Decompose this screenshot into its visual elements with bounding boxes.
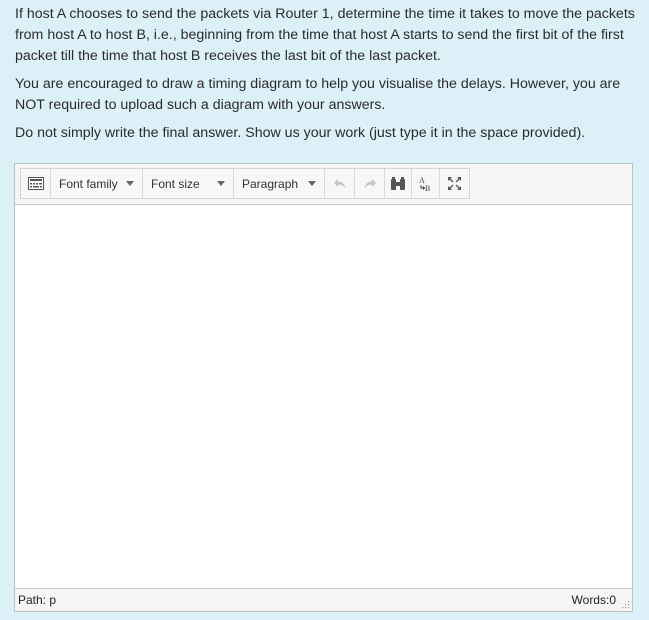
redo-button[interactable] xyxy=(355,169,385,198)
toolbar-toggle-icon xyxy=(27,177,44,190)
spellcheck-icon: A B xyxy=(419,176,430,192)
format-select[interactable]: Paragraph xyxy=(234,169,325,198)
question-text: If host A chooses to send the packets vi… xyxy=(15,4,640,151)
svg-text:B: B xyxy=(425,184,430,192)
toolbar-group: Font family Font size Paragraph A B xyxy=(20,168,470,199)
undo-icon xyxy=(333,178,345,189)
editor-content-area[interactable] xyxy=(15,205,632,589)
find-replace-button[interactable] xyxy=(385,169,412,198)
resize-handle-icon[interactable] xyxy=(620,599,630,609)
question-paragraph-3: Do not simply write the final answer. Sh… xyxy=(15,125,586,141)
chevron-down-icon xyxy=(308,181,316,186)
question-paragraph-2: You are encouraged to draw a timing diag… xyxy=(15,76,621,113)
toolbar-toggle-button[interactable] xyxy=(21,169,51,198)
chevron-down-icon xyxy=(126,181,134,186)
redo-icon xyxy=(364,178,376,189)
word-count: Words:0 xyxy=(571,593,616,607)
element-path: Path: p xyxy=(18,593,57,607)
font-size-label: Font size xyxy=(151,176,200,191)
find-icon xyxy=(391,176,405,190)
format-label: Paragraph xyxy=(242,176,299,191)
fullscreen-button[interactable] xyxy=(440,169,469,198)
chevron-down-icon xyxy=(217,181,225,186)
spellcheck-button[interactable]: A B xyxy=(412,169,440,198)
fullscreen-icon xyxy=(448,177,461,190)
answer-editor: Font family Font size Paragraph A B Path… xyxy=(14,163,633,612)
undo-button[interactable] xyxy=(325,169,355,198)
editor-toolbar: Font family Font size Paragraph A B xyxy=(15,164,632,205)
font-family-select[interactable]: Font family xyxy=(51,169,143,198)
editor-statusbar: Path: p Words:0 xyxy=(15,588,632,611)
font-size-select[interactable]: Font size xyxy=(143,169,234,198)
font-family-label: Font family xyxy=(59,176,118,191)
question-paragraph-1: If host A chooses to send the packets vi… xyxy=(15,6,635,64)
